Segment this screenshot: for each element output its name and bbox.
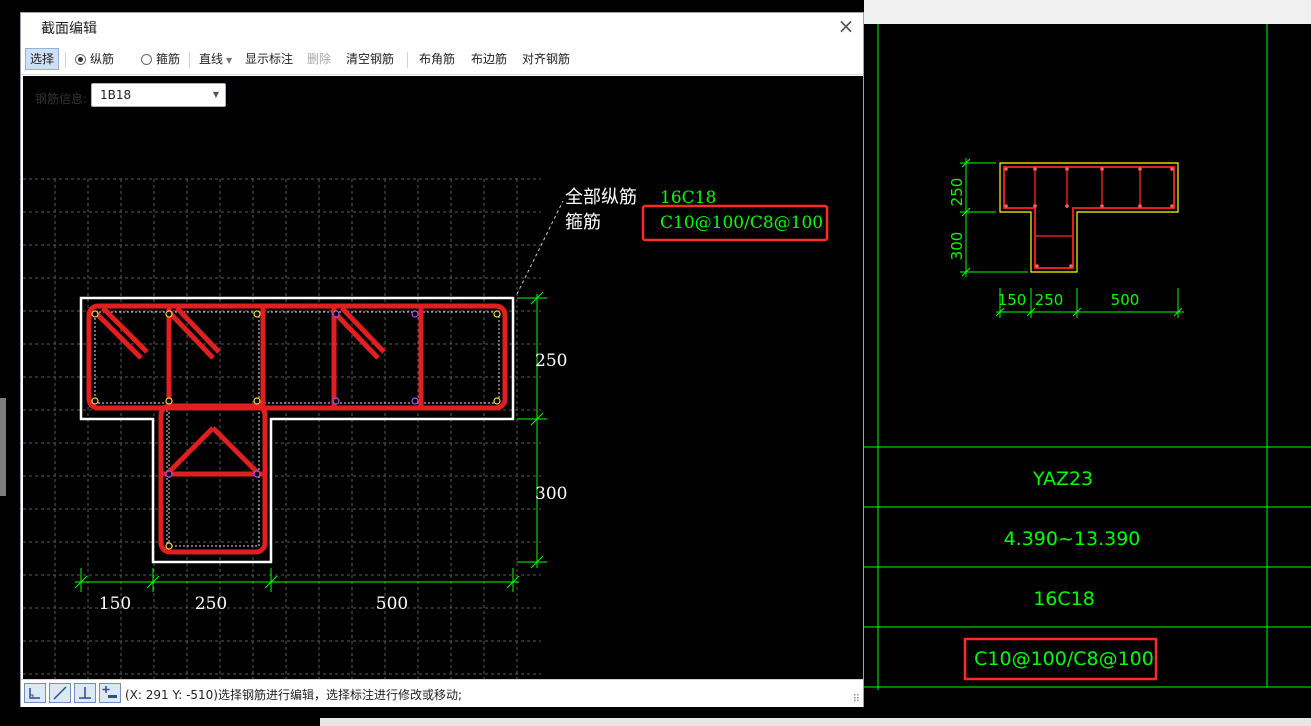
- dim-label-500-w[interactable]: 500: [376, 594, 408, 614]
- mini-dim-150: 150: [998, 291, 1027, 309]
- dialog-title: 截面编辑: [41, 21, 97, 37]
- resize-grip-icon[interactable]: ⠿: [853, 694, 860, 705]
- select-tool-button[interactable]: 选择: [25, 48, 60, 70]
- dialog-titlebar[interactable]: 截面编辑 ×: [21, 13, 863, 41]
- rebar-info-label: 钢筋信息:: [35, 92, 88, 106]
- rebar-info-select[interactable]: 1B18 ▼: [91, 83, 226, 107]
- rebar-info-value: 1B18: [100, 88, 132, 102]
- longitudinal-radio-label: 纵筋: [90, 52, 115, 66]
- dim-label-300-h[interactable]: 300: [535, 484, 567, 504]
- show-annotation-button[interactable]: 显示标注: [245, 48, 293, 70]
- section-edit-dialog: 截面编辑 × 选择 纵筋 箍筋 直线 ▼ 显示标注 删除 清空钢筋 布角筋 布边筋…: [20, 12, 864, 707]
- mini-dim-250-w: 250: [1035, 291, 1064, 309]
- status-text: (X: 291 Y: -510)选择钢筋进行编辑，选择标注进行修改或移动;: [125, 688, 463, 702]
- cad-longitudinal: 16C18: [1033, 588, 1095, 610]
- stirrup-radio[interactable]: 箍筋: [141, 48, 180, 70]
- line-dropdown-button[interactable]: 直线 ▼: [199, 48, 232, 70]
- inner-guide-lines: [94, 311, 500, 547]
- perpendicular-icon[interactable]: [74, 683, 96, 703]
- toolbar-separator: [65, 52, 66, 68]
- clear-rebar-button[interactable]: 清空钢筋: [346, 48, 394, 70]
- cad-column-name: YAZ23: [1032, 468, 1093, 490]
- stirrup-radio-label: 箍筋: [156, 52, 181, 66]
- add-point-icon[interactable]: [99, 683, 121, 703]
- bottom-edge: [320, 718, 1311, 726]
- toolbar: 选择 纵筋 箍筋 直线 ▼ 显示标注 删除 清空钢筋 布角筋 布边筋 对齐钢筋: [21, 44, 863, 75]
- radio-unchecked-icon: [141, 54, 152, 65]
- mini-dim-300: 300: [948, 232, 966, 261]
- stirrup-value[interactable]: C10@100/C8@100: [660, 213, 823, 233]
- section-drawing[interactable]: 250 300 150 250 500 全部纵筋 16C18 箍筋 C10@10…: [23, 76, 863, 679]
- cad-stirrup: C10@100/C8@100: [974, 648, 1154, 670]
- stirrup-label[interactable]: 箍筋: [565, 212, 601, 233]
- mini-dim-500: 500: [1111, 291, 1140, 309]
- radio-checked-icon: [75, 54, 86, 65]
- toolbar-separator: [189, 52, 190, 68]
- stirrups[interactable]: [86, 303, 508, 555]
- edge-rebar-button[interactable]: 布边筋: [471, 48, 507, 70]
- all-longitudinal-label[interactable]: 全部纵筋: [565, 187, 637, 208]
- close-button[interactable]: ×: [835, 15, 857, 37]
- chevron-down-icon: ▼: [226, 56, 233, 65]
- top-right-area: [864, 0, 1311, 24]
- dim-label-250-h[interactable]: 250: [535, 351, 567, 371]
- dim-label-250-w[interactable]: 250: [195, 594, 227, 614]
- cad-elevation: 4.390~13.390: [1004, 528, 1141, 550]
- toolbar-separator: [407, 52, 408, 68]
- corner-rebar-button[interactable]: 布角筋: [419, 48, 455, 70]
- align-rebar-button[interactable]: 对齐钢筋: [522, 48, 570, 70]
- delete-button[interactable]: 删除: [307, 48, 331, 70]
- orthogonal-icon[interactable]: [24, 683, 46, 703]
- status-bar: (X: 291 Y: -510)选择钢筋进行编辑，选择标注进行修改或移动; ⠿: [21, 679, 863, 707]
- annotation-leader-line: [516, 200, 564, 295]
- mini-dim-250: 250: [948, 178, 966, 207]
- left-panel-edge: [0, 398, 6, 496]
- line-dropdown-label: 直线: [199, 52, 224, 66]
- chevron-down-icon: ▼: [212, 90, 219, 99]
- dimension-lines: [74, 291, 547, 592]
- line-draw-icon[interactable]: [49, 683, 71, 703]
- longitudinal-radio[interactable]: 纵筋: [75, 48, 114, 70]
- section-outline[interactable]: [79, 296, 515, 564]
- section-canvas[interactable]: 250 300 150 250 500 全部纵筋 16C18 箍筋 C10@10…: [23, 76, 863, 679]
- dim-label-150-w[interactable]: 150: [99, 594, 131, 614]
